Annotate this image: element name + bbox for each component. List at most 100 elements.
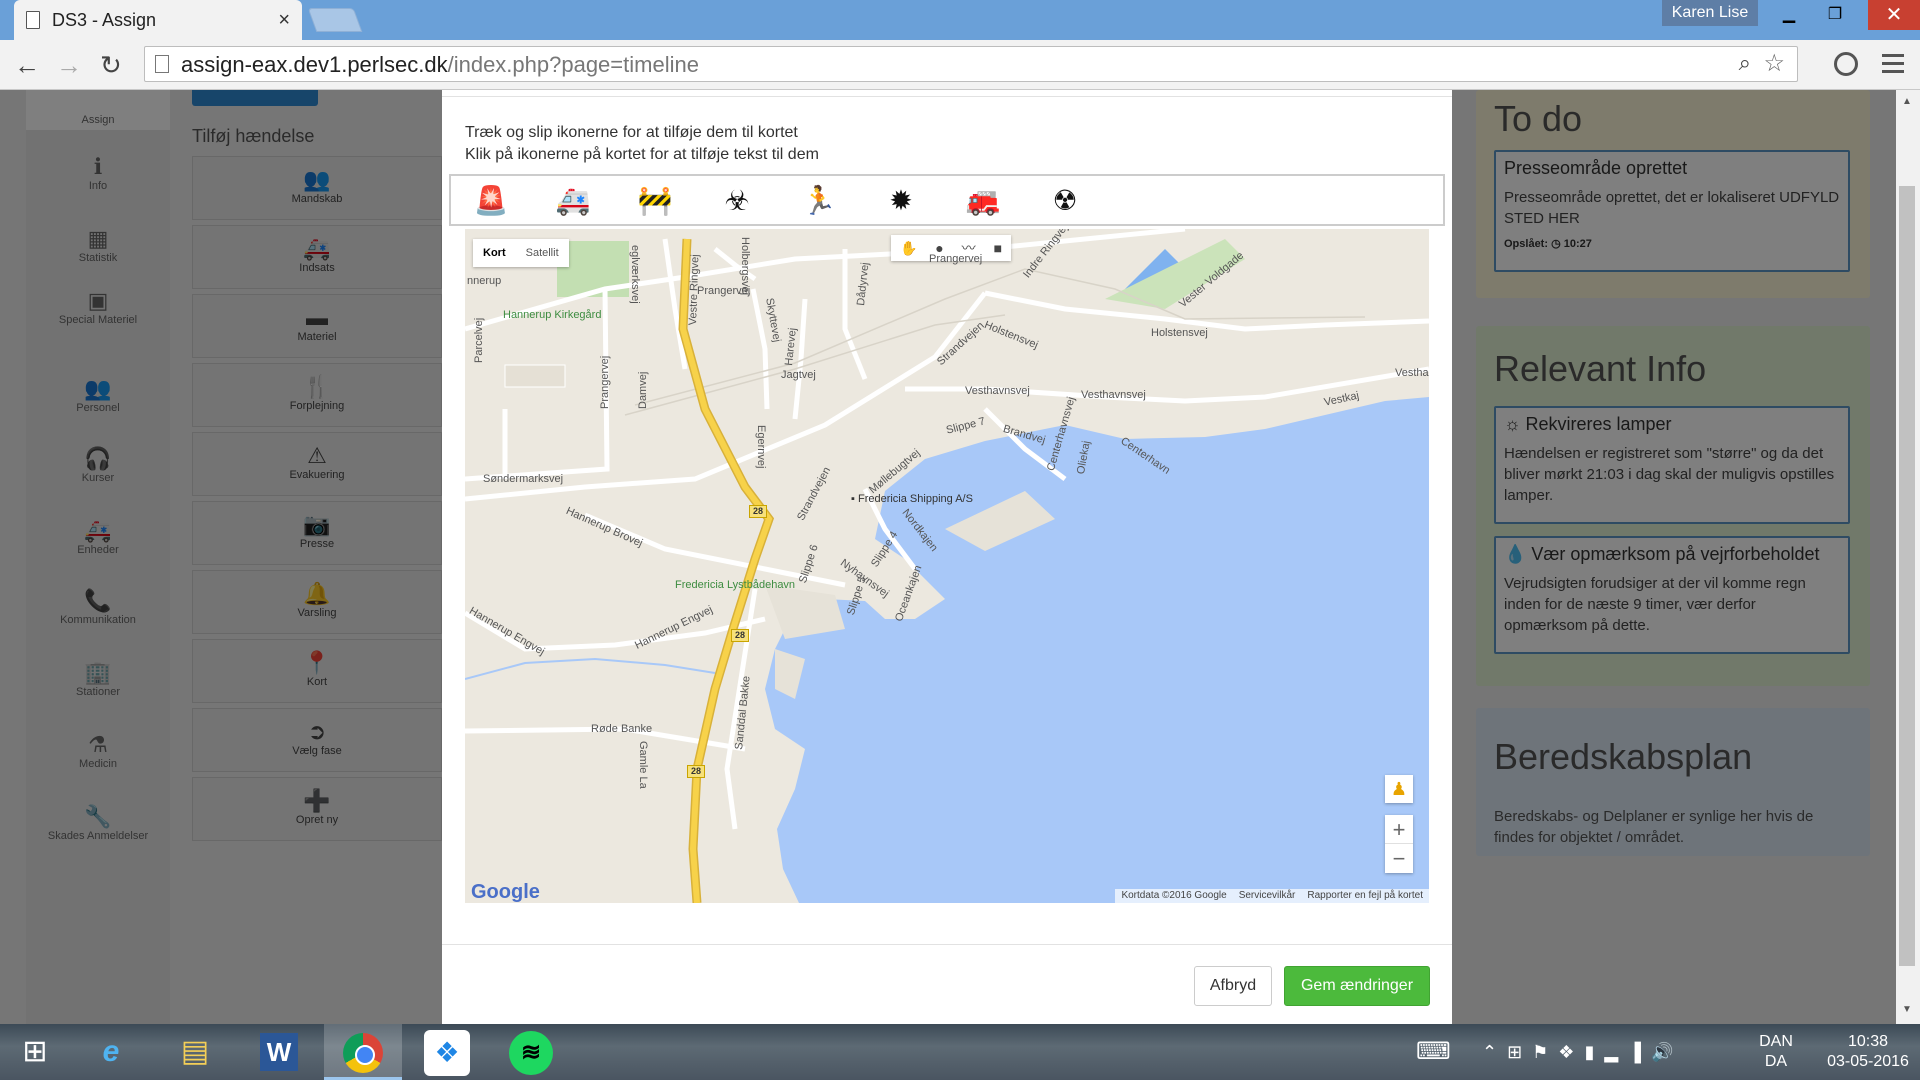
zoom-out-button[interactable]: − bbox=[1385, 844, 1413, 873]
modal-header-divider bbox=[442, 96, 1452, 97]
map-label: Fredericia Lystbådehavn bbox=[675, 579, 796, 591]
back-icon[interactable]: ← bbox=[14, 50, 40, 81]
save-changes-button[interactable]: Gem ændringer bbox=[1284, 966, 1430, 1006]
draw-rectangle-icon[interactable]: ■ bbox=[994, 240, 1002, 256]
menu-icon[interactable] bbox=[1882, 54, 1904, 78]
map-label: Vestha bbox=[1395, 367, 1429, 379]
word-icon[interactable]: W bbox=[240, 1024, 318, 1080]
page-icon bbox=[155, 55, 169, 73]
scrollbar-thumb[interactable] bbox=[1899, 186, 1915, 966]
emergency-exit-icon[interactable]: 🏃 bbox=[801, 184, 837, 218]
profile-user-badge[interactable]: Karen Lise bbox=[1662, 0, 1758, 26]
system-tray-icons[interactable]: ⌃⊞⚑❖▮▂▐🔊 bbox=[1482, 1024, 1683, 1080]
map-label: Parcelvej bbox=[473, 317, 485, 363]
map-label: Gamle La bbox=[637, 741, 649, 789]
search-icon[interactable]: ⌕ bbox=[1739, 50, 1751, 76]
ambulance-icon[interactable]: 🚑 bbox=[555, 184, 591, 218]
url-host: assign-eax.dev1.perlsec.dk bbox=[181, 52, 448, 77]
report-error-link[interactable]: Rapporter en fejl på kortet bbox=[1301, 889, 1429, 903]
internet-explorer-icon[interactable]: e bbox=[72, 1024, 150, 1080]
clock-date: 03-05-2016 bbox=[1827, 1053, 1909, 1070]
cancel-button[interactable]: Afbryd bbox=[1194, 966, 1272, 1006]
keyboard-layout: DA bbox=[1764, 1053, 1788, 1070]
map-label: eglværksvej bbox=[629, 245, 641, 304]
route-shield: 28 bbox=[687, 765, 705, 778]
map-label: ▪ Fredericia Shipping A/S bbox=[851, 493, 973, 505]
map-type-control: Kort Satellit bbox=[473, 239, 569, 267]
hand-pan-icon[interactable]: ✋ bbox=[900, 240, 917, 257]
page-scrollbar[interactable]: ▲ ▼ bbox=[1896, 90, 1920, 1024]
google-logo[interactable]: Google bbox=[471, 881, 540, 903]
instruction-click: Klik på ikonerne på kortet for at tilføj… bbox=[465, 146, 819, 163]
map-label: Jagtvej bbox=[781, 369, 816, 381]
map-label: Vesthavnsvej bbox=[965, 385, 1030, 397]
scroll-up-icon[interactable]: ▲ bbox=[1902, 96, 1912, 107]
map-label: Søndermarksvej bbox=[483, 473, 564, 485]
map-label: Holstensvej bbox=[1151, 327, 1208, 339]
map-label: nnerup bbox=[467, 275, 502, 287]
minimize-icon[interactable]: ▁ bbox=[1766, 0, 1812, 30]
map-label: Egernvej bbox=[755, 425, 767, 469]
poi-label: Fredericia Shipping A/S bbox=[857, 493, 973, 505]
marina-area bbox=[765, 585, 845, 639]
map[interactable]: Kort Satellit ✋ ● 〰 ■ nnerup eglværksvej… bbox=[465, 229, 1429, 903]
reload-icon[interactable]: ↻ bbox=[100, 50, 122, 81]
fire-truck-icon[interactable]: 🚒 bbox=[965, 184, 1001, 218]
close-window-icon[interactable]: ✕ bbox=[1868, 0, 1920, 30]
chrome-icon[interactable] bbox=[324, 1024, 402, 1080]
forward-icon[interactable]: → bbox=[56, 50, 82, 81]
map-label: Røde Banke bbox=[591, 723, 653, 735]
keyboard-icon[interactable]: ⌨ bbox=[1416, 1024, 1451, 1080]
map-label: Vesthavnsvej bbox=[1081, 389, 1146, 401]
new-tab-button[interactable] bbox=[307, 8, 363, 32]
map-canvas[interactable] bbox=[465, 229, 1429, 903]
scroll-down-icon[interactable]: ▼ bbox=[1902, 1004, 1912, 1015]
map-label: Hannerup Kirkegård bbox=[503, 309, 602, 321]
windows-start-icon[interactable]: ⊞ bbox=[0, 1024, 70, 1080]
map-data-credit: Kortdata ©2016 Google bbox=[1121, 890, 1227, 901]
clock-time: 10:38 bbox=[1847, 1033, 1889, 1050]
roadblock-icon[interactable]: 🚧 bbox=[637, 184, 673, 218]
zoom-control: + − bbox=[1385, 815, 1413, 873]
modal-footer-divider bbox=[442, 944, 1452, 945]
maximize-icon[interactable]: ❐ bbox=[1812, 0, 1858, 30]
route-shield: 28 bbox=[749, 505, 767, 518]
virus-icon[interactable]: ✹ bbox=[883, 184, 919, 218]
tab-title: DS3 - Assign bbox=[52, 9, 157, 30]
instruction-drag: Træk og slip ikonerne for at tilføje dem… bbox=[465, 124, 798, 141]
url-path: /index.php?page=timeline bbox=[447, 52, 699, 77]
url-text[interactable]: assign-eax.dev1.perlsec.dk/index.php?pag… bbox=[181, 52, 699, 78]
map-label: Prangervej bbox=[929, 253, 983, 265]
browser-toolbar: ← → ↻ assign-eax.dev1.perlsec.dk/index.p… bbox=[0, 40, 1920, 90]
drag-icon-bar: 🚨 🚑 🚧 ☣ 🏃 ✹ 🚒 ☢ bbox=[449, 174, 1445, 226]
map-label: Damvej bbox=[637, 371, 649, 409]
map-modal: Træk og slip ikonerne for at tilføje dem… bbox=[442, 90, 1452, 1024]
bookmark-star-icon[interactable]: ☆ bbox=[1763, 49, 1785, 78]
map-label: Holbergsvej bbox=[739, 237, 751, 296]
radiation-icon[interactable]: ☢ bbox=[1047, 184, 1083, 218]
browser-titlebar: DS3 - Assign × Karen Lise ▁ ❐ ✕ bbox=[0, 0, 1920, 40]
terms-link[interactable]: Servicevilkår bbox=[1233, 889, 1302, 903]
address-bar[interactable]: assign-eax.dev1.perlsec.dk/index.php?pag… bbox=[144, 46, 1798, 82]
page-icon bbox=[26, 11, 40, 29]
map-type-satellite-button[interactable]: Satellit bbox=[516, 239, 569, 267]
harbour-water bbox=[765, 397, 1429, 903]
map-type-map-button[interactable]: Kort bbox=[473, 239, 516, 267]
extension-icon[interactable] bbox=[1834, 52, 1858, 76]
route-28 bbox=[679, 238, 773, 903]
file-explorer-icon[interactable]: ▤ bbox=[156, 1024, 234, 1080]
biohazard-icon[interactable]: ☣ bbox=[719, 184, 755, 218]
siren-icon[interactable]: 🚨 bbox=[473, 184, 509, 218]
windows-taskbar: ⊞ e ▤ W ❖ ≋ ⌨ ⌃⊞⚑❖▮▂▐🔊 DAN DA 10:38 03-0… bbox=[0, 1024, 1920, 1080]
language-code: DAN bbox=[1759, 1033, 1793, 1050]
tab-close-icon[interactable]: × bbox=[278, 9, 290, 32]
browser-tab[interactable]: DS3 - Assign × bbox=[14, 0, 302, 40]
street-view-pegman-icon[interactable]: ♟ bbox=[1385, 775, 1413, 803]
spotify-icon[interactable]: ≋ bbox=[492, 1024, 570, 1080]
map-label: Prangervej bbox=[599, 355, 611, 409]
route-shield: 28 bbox=[731, 629, 749, 642]
dropbox-icon[interactable]: ❖ bbox=[408, 1024, 486, 1080]
language-indicator[interactable]: DAN DA bbox=[1756, 1032, 1796, 1080]
zoom-in-button[interactable]: + bbox=[1385, 815, 1413, 844]
clock[interactable]: 10:38 03-05-2016 bbox=[1820, 1032, 1916, 1080]
